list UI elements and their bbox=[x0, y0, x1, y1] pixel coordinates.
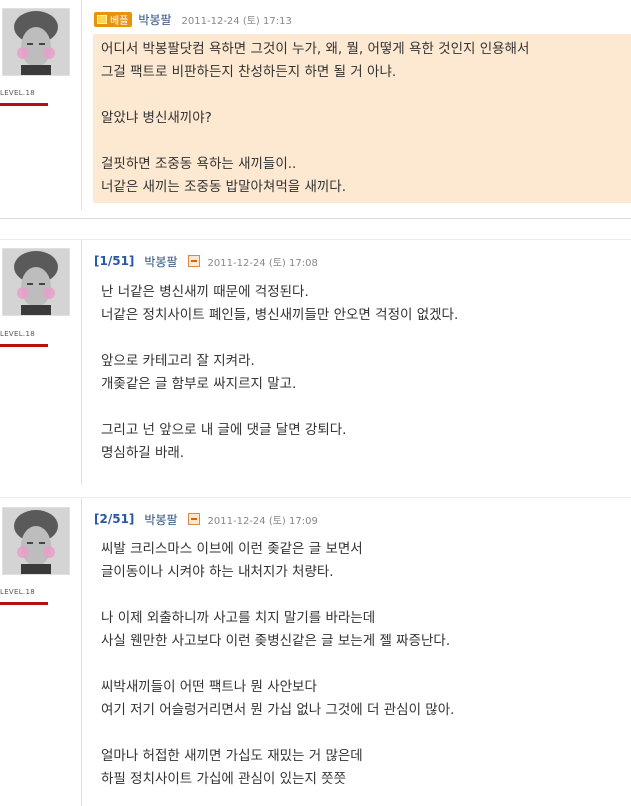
flag-icon bbox=[97, 14, 107, 24]
author-link[interactable]: 박봉팔 bbox=[138, 11, 171, 28]
best-badge: 베플 bbox=[94, 11, 133, 27]
body-line: 난 너같은 병신새끼 때문에 걱정된다. bbox=[101, 284, 309, 300]
ip-icon bbox=[187, 255, 200, 267]
post-meta: 베플 박봉팔 2011-12-24 (토) 17:13 bbox=[94, 9, 292, 29]
body-line: 명심하길 바래. bbox=[101, 445, 185, 461]
body-line: 글이동이나 시켜야 하는 내처지가 처량타. bbox=[101, 564, 334, 580]
avatar[interactable] bbox=[2, 8, 70, 76]
post-meta: [1/51] 박봉팔 2011-12-24 (토) 17:08 bbox=[94, 251, 318, 271]
author-link[interactable]: 박봉팔 bbox=[144, 253, 177, 270]
avatar[interactable] bbox=[2, 507, 70, 575]
body-line: 알았냐 병신새끼야? bbox=[101, 110, 212, 126]
level-label: LEVEL.18 bbox=[0, 330, 35, 338]
avatar[interactable] bbox=[2, 248, 70, 316]
divider bbox=[81, 0, 82, 210]
post-body: 씨발 크리스마스 이브에 이런 좆같은 글 보면서 글이동이나 시켜야 하는 내… bbox=[93, 538, 631, 791]
body-line: 얼마나 허접한 새끼면 가십도 재밌는 거 많은데 bbox=[101, 748, 363, 764]
level-bar bbox=[0, 602, 48, 605]
post-body: 어디서 박봉팔닷컴 욕하면 그것이 누가, 왜, 뭘, 어떻게 욕한 것인지 인… bbox=[93, 34, 631, 203]
separator bbox=[0, 218, 631, 219]
ip-icon bbox=[187, 513, 200, 525]
body-line: 너같은 새끼는 조중동 밥말아쳐먹을 새끼다. bbox=[101, 179, 347, 195]
level-label: LEVEL.18 bbox=[0, 588, 35, 596]
separator bbox=[0, 497, 631, 498]
badge-label: 베플 bbox=[110, 15, 129, 27]
body-line: 하필 정치사이트 가십에 관심이 있는지 쯧쯧 bbox=[101, 771, 347, 787]
body-line: 그걸 팩트로 비판하든지 찬성하든지 하면 될 거 아냐. bbox=[101, 64, 397, 80]
body-line: 어디서 박봉팔닷컴 욕하면 그것이 누가, 왜, 뭘, 어떻게 욕한 것인지 인… bbox=[101, 41, 530, 57]
body-line: 앞으로 카테고리 잘 지켜라. bbox=[101, 353, 255, 369]
reply-number: [2/51] bbox=[94, 512, 135, 526]
body-line: 나 이제 외출하니까 사고를 치지 말기를 바라는데 bbox=[101, 610, 376, 626]
body-line: 씨발 크리스마스 이브에 이런 좆같은 글 보면서 bbox=[101, 541, 363, 557]
body-line: 걸핏하면 조중동 욕하는 새끼들이.. bbox=[101, 156, 297, 172]
divider bbox=[81, 240, 82, 485]
author-link[interactable]: 박봉팔 bbox=[144, 511, 177, 528]
body-line: 씨박새끼들이 어떤 팩트나 뭔 사안보다 bbox=[101, 679, 317, 695]
body-line: 사실 웬만한 사고보다 이런 좆병신같은 글 보는게 젤 짜증난다. bbox=[101, 633, 451, 649]
post-date: 2011-12-24 (토) 17:08 bbox=[207, 257, 318, 269]
post-date: 2011-12-24 (토) 17:09 bbox=[207, 515, 318, 527]
level-bar bbox=[0, 344, 48, 347]
level-label: LEVEL.18 bbox=[0, 89, 35, 97]
post-date: 2011-12-24 (토) 17:13 bbox=[181, 15, 292, 27]
separator bbox=[0, 239, 631, 240]
post-meta: [2/51] 박봉팔 2011-12-24 (토) 17:09 bbox=[94, 509, 318, 529]
body-line: 너같은 정치사이트 폐인들, 병신새끼들만 안오면 걱정이 없겠다. bbox=[101, 307, 459, 323]
divider bbox=[81, 498, 82, 806]
level-bar bbox=[0, 103, 48, 106]
body-line: 여기 저기 어슬렁거리면서 뭔 가십 없나 그것에 더 관심이 많아. bbox=[101, 702, 455, 718]
post-body: 난 너같은 병신새끼 때문에 걱정된다. 너같은 정치사이트 폐인들, 병신새끼… bbox=[93, 281, 631, 465]
body-line: 그리고 넌 앞으로 내 글에 댓글 달면 강퇴다. bbox=[101, 422, 347, 438]
reply-number: [1/51] bbox=[94, 254, 135, 268]
body-line: 개좆같은 글 함부로 싸지르지 말고. bbox=[101, 376, 297, 392]
